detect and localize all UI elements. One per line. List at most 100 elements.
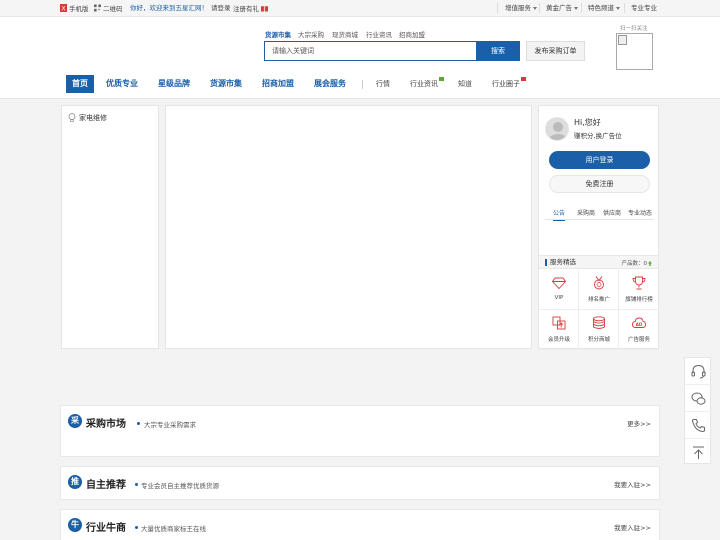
wechat-icon xyxy=(691,392,706,405)
phone-icon xyxy=(691,419,705,433)
service-leaderboard[interactable]: 旗铺排行榜 xyxy=(619,270,659,310)
topbar-divider xyxy=(539,3,540,13)
banner-area[interactable] xyxy=(165,105,532,349)
category-item-label: 家电维修 xyxy=(79,114,107,122)
topbar-menu-value-added[interactable]: 增值服务 xyxy=(505,4,537,13)
section-dot xyxy=(135,483,138,486)
service-label: 广告服务 xyxy=(627,337,650,343)
avatar xyxy=(545,117,569,141)
nav-sub-label: 行业圈子 xyxy=(492,80,520,88)
nav-sub-circle[interactable]: 行业圈子 xyxy=(492,75,526,93)
section-purchase-market: 采 采购市场 大宗专业采购需求 更多>> xyxy=(60,405,660,457)
product-count-text: 产品数：0 xyxy=(621,261,648,267)
chevron-down-icon xyxy=(616,6,620,10)
section-industry-leaders: 牛 行业牛商 大量优质商家标王在线 我要入驻>> xyxy=(60,509,660,540)
service-ads[interactable]: AD 广告服务 xyxy=(619,310,659,350)
nav-sub-label: 行业资讯 xyxy=(410,80,438,88)
product-count: 产品数：0 xyxy=(621,259,652,267)
nav-item-expo[interactable]: 展会服务 xyxy=(314,75,346,93)
search-button[interactable]: 搜索 xyxy=(476,41,520,61)
tab-suppliers[interactable]: 供应商 xyxy=(603,208,621,217)
user-panel: Hi,您好 赚积分,换广告位 用户登录 免费注册 公告 采购商 供应商 专业动态… xyxy=(538,105,659,350)
qr-label: 扫一扫关注 xyxy=(620,26,648,32)
chevron-down-icon xyxy=(574,6,578,10)
service-label: 会员升级 xyxy=(547,337,570,343)
svg-text:AD: AD xyxy=(636,322,643,327)
topbar-menu-label: 特色频道 xyxy=(588,4,614,12)
nav-sub-zhidao[interactable]: 知道 xyxy=(458,75,472,93)
medal-icon xyxy=(594,276,604,290)
section-join-link[interactable]: 我要入驻>> xyxy=(614,479,651,489)
service-points-mall[interactable]: 积分商城 xyxy=(579,310,619,350)
greeting-subtext: 赚积分,换广告位 xyxy=(574,132,622,140)
section-subtitle: 大宗专业采购需求 xyxy=(144,421,196,429)
search-input[interactable] xyxy=(264,41,478,61)
tab-buyers[interactable]: 采购商 xyxy=(577,208,595,217)
section-dot xyxy=(137,422,140,425)
search-tab-mall[interactable]: 现货商城 xyxy=(332,29,358,39)
search-tab-news[interactable]: 行业资讯 xyxy=(366,29,392,39)
lightbulb-icon xyxy=(68,113,76,122)
section-title: 自主推荐 xyxy=(86,480,126,491)
back-to-top-button[interactable] xyxy=(685,439,712,466)
search-tab-bulk[interactable]: 大宗采购 xyxy=(298,29,324,39)
wechat-button[interactable] xyxy=(685,385,712,412)
category-panel: 家电维修 xyxy=(61,105,159,349)
service-label: 排名推广 xyxy=(587,297,610,303)
service-label: VIP xyxy=(554,295,564,301)
section-dot xyxy=(135,526,138,529)
customer-service-button[interactable] xyxy=(685,358,712,385)
greeting-text: Hi,您好 xyxy=(574,118,601,127)
section-self-recommend: 推 自主推荐 专业会员自主推荐优质货源 我要入驻>> xyxy=(60,466,660,500)
section-subtitle: 大量优质商家标王在线 xyxy=(141,525,206,533)
mobile-icon: X xyxy=(60,4,67,12)
publish-purchase-button[interactable]: 发布采购订单 xyxy=(526,41,585,61)
services-title: 服务精选 xyxy=(545,259,576,266)
gift-icon xyxy=(261,6,268,12)
user-login-button[interactable]: 用户登录 xyxy=(549,151,650,169)
qrcode-link[interactable]: 二维码 xyxy=(94,4,123,14)
topbar-menu-channels[interactable]: 特色频道 xyxy=(588,4,620,13)
nav-item-brand[interactable]: 星级品牌 xyxy=(158,75,190,93)
header: 货源市集 大宗采购 现货商城 行业资讯 招商加盟 搜索 发布采购订单 扫一扫关注… xyxy=(0,17,720,99)
topbar-divider xyxy=(581,3,582,13)
section-more-link[interactable]: 更多>> xyxy=(627,418,651,428)
qrcode-label: 二维码 xyxy=(103,5,123,13)
register-label: 注册有礼 xyxy=(233,5,259,13)
topbar-divider xyxy=(497,3,498,13)
service-upgrade[interactable]: 会员升级 xyxy=(539,310,579,350)
upgrade-icon xyxy=(552,316,566,330)
svg-text:X: X xyxy=(61,6,65,13)
phone-button[interactable] xyxy=(685,412,712,439)
nav-home[interactable]: 首页 xyxy=(66,75,94,93)
mobile-link[interactable]: X 手机版 xyxy=(60,4,89,14)
service-ranking[interactable]: 排名推广 xyxy=(579,270,619,310)
nav-sub-market[interactable]: 行情 xyxy=(376,75,390,93)
service-vip[interactable]: VIP xyxy=(539,270,579,310)
coins-icon xyxy=(593,316,605,329)
user-icon xyxy=(549,122,567,140)
nav-sub-news[interactable]: 行业资讯 xyxy=(410,75,444,93)
free-register-button[interactable]: 免费注册 xyxy=(549,175,650,193)
nav-item-quality[interactable]: 优质专业 xyxy=(106,75,138,93)
section-join-link[interactable]: 我要入驻>> xyxy=(614,522,651,532)
topbar-menu-label: 增值服务 xyxy=(505,4,531,12)
category-item[interactable]: 家电维修 xyxy=(68,113,107,123)
search-tab-market[interactable]: 货源市集 xyxy=(265,29,291,39)
service-label: 旗铺排行榜 xyxy=(625,297,653,303)
section-badge: 牛 xyxy=(68,518,82,532)
qr-code-image xyxy=(616,33,653,70)
top-bar: X 手机版 二维码 你好，欢迎来到五星汇网！ 请登录 注册有礼 增值服务 黄金广告… xyxy=(0,0,720,17)
welcome-text: 你好，欢迎来到五星汇网！ xyxy=(130,4,208,12)
trophy-icon xyxy=(632,276,646,290)
nav-divider xyxy=(362,80,363,89)
topbar-menu-professional[interactable]: 专业专业 xyxy=(631,4,657,13)
section-badge: 推 xyxy=(68,475,82,489)
topbar-menu-gold-ads[interactable]: 黄金广告 xyxy=(546,4,578,13)
search-tab-franchise[interactable]: 招商加盟 xyxy=(399,29,425,39)
login-link[interactable]: 请登录 xyxy=(211,4,231,13)
nav-item-franchise[interactable]: 招商加盟 xyxy=(262,75,294,93)
nav-item-market[interactable]: 货源市集 xyxy=(210,75,242,93)
register-link[interactable]: 注册有礼 xyxy=(233,4,268,14)
tab-pro-news[interactable]: 专业动态 xyxy=(628,208,652,217)
